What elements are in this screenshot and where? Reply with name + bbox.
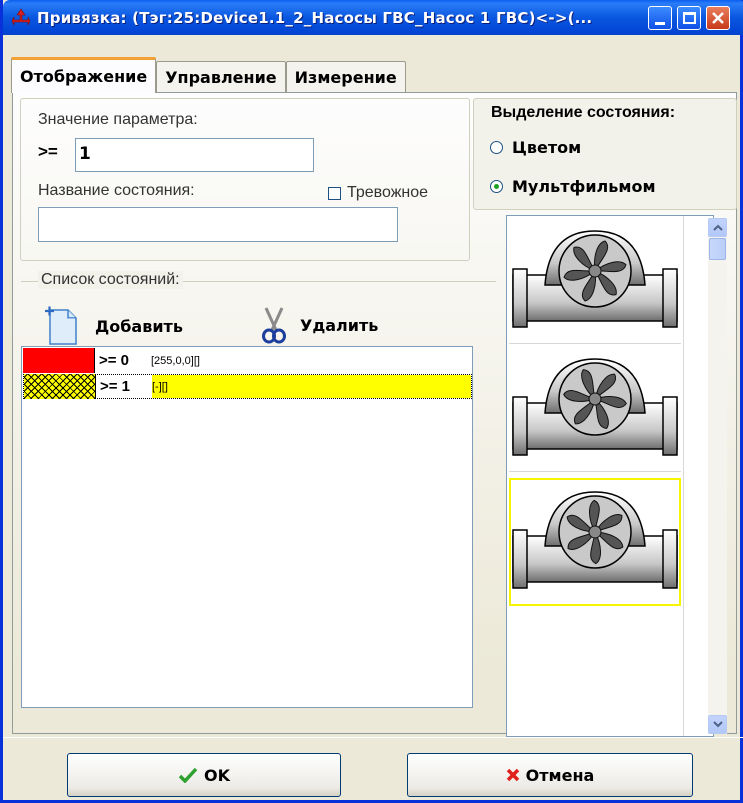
add-state-button[interactable]: Добавить <box>45 306 183 346</box>
ok-label: OK <box>204 765 230 785</box>
alarm-checkbox[interactable]: Тревожное <box>328 184 428 202</box>
state-description: [-][] <box>152 375 471 398</box>
checkmark-icon <box>178 767 198 783</box>
radio-by-color[interactable]: Цветом <box>490 138 581 157</box>
minimize-button[interactable] <box>648 6 672 30</box>
radio-circle[interactable] <box>490 180 503 193</box>
close-button[interactable] <box>706 6 730 30</box>
radio-by-cartoon[interactable]: Мультфильмом <box>490 177 656 196</box>
states-list[interactable]: >= 0 [255,0,0][] >= 1 [-][] <box>21 346 473 708</box>
animation-frame[interactable] <box>509 218 681 344</box>
close-icon <box>712 12 724 24</box>
tab-control[interactable]: Управление <box>156 61 286 92</box>
alarm-label: Тревожное <box>347 184 429 201</box>
list-item[interactable]: >= 0 [255,0,0][] <box>23 348 472 373</box>
animation-frame[interactable] <box>509 346 681 472</box>
hatch-swatch <box>24 374 96 399</box>
cancel-button[interactable]: Отмена <box>407 753 693 797</box>
tab-measurement[interactable]: Измерение <box>285 61 406 92</box>
scroll-up-button[interactable] <box>708 218 727 237</box>
fan-pump-icon <box>512 229 678 328</box>
app-icon <box>11 8 31 26</box>
ok-button[interactable]: OK <box>67 753 341 797</box>
red-x-icon <box>506 768 519 782</box>
dialog-window: Привязка: (Тэг:25:Device1.1_2_Насосы ГВС… <box>0 0 743 803</box>
tab-display[interactable]: Отображение <box>11 57 157 93</box>
divider <box>683 216 684 736</box>
chevron-up-icon <box>712 224 723 231</box>
animation-frame-selected[interactable] <box>509 478 681 606</box>
animation-frames-list[interactable] <box>506 215 714 737</box>
maximize-icon <box>682 12 696 24</box>
title-bar[interactable]: Привязка: (Тэг:25:Device1.1_2_Насосы ГВС… <box>3 0 743 35</box>
fan-pump-icon <box>512 357 678 456</box>
vertical-scrollbar[interactable] <box>708 218 727 734</box>
param-value-label: Значение параметра: <box>38 111 198 128</box>
dialog-footer: OK Отмена <box>3 737 743 803</box>
scroll-thumb[interactable] <box>709 238 726 260</box>
state-condition: >= 0 <box>99 352 130 369</box>
scroll-down-button[interactable] <box>708 715 727 734</box>
delete-state-button[interactable]: Удалить <box>260 306 378 344</box>
minimize-icon <box>655 21 665 25</box>
state-condition: >= 1 <box>100 378 131 395</box>
delete-label: Удалить <box>300 315 379 335</box>
checkbox-box[interactable] <box>328 186 341 200</box>
state-description: [255,0,0][] <box>151 354 200 367</box>
fan-pump-icon <box>512 491 678 589</box>
new-document-icon <box>45 306 77 345</box>
radio-circle[interactable] <box>490 141 503 154</box>
list-item[interactable]: >= 1 [-][] <box>23 374 472 399</box>
operator-label: >= <box>38 142 58 161</box>
window-title: Привязка: (Тэг:25:Device1.1_2_Насосы ГВС… <box>37 9 593 27</box>
add-label: Добавить <box>95 316 183 336</box>
tab-strip: Отображение Управление Измерение <box>11 57 406 93</box>
chevron-down-icon <box>712 721 723 728</box>
state-name-input[interactable] <box>38 207 398 242</box>
highlight-title: Выделение состояния: <box>488 104 679 122</box>
color-swatch <box>23 348 95 373</box>
states-list-title: Список состояний: <box>38 271 183 289</box>
radio-label: Цветом <box>512 138 582 157</box>
param-value-input[interactable]: 1 <box>75 138 314 172</box>
radio-label: Мультфильмом <box>512 177 656 196</box>
cancel-label: Отмена <box>525 765 595 785</box>
scissors-icon <box>262 307 286 344</box>
state-name-label: Название состояния: <box>38 182 195 199</box>
maximize-button[interactable] <box>677 6 701 30</box>
